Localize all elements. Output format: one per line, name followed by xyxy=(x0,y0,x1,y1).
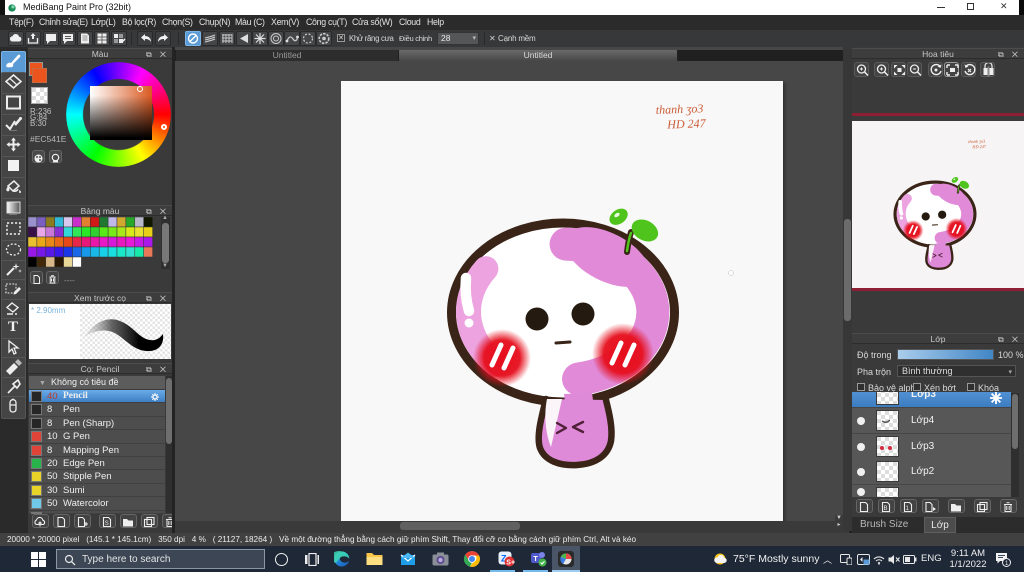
svg-text:S+: S+ xyxy=(506,560,515,567)
svg-text:B: B xyxy=(884,506,888,512)
svg-text:T: T xyxy=(533,554,538,563)
svg-text:S: S xyxy=(105,521,109,527)
